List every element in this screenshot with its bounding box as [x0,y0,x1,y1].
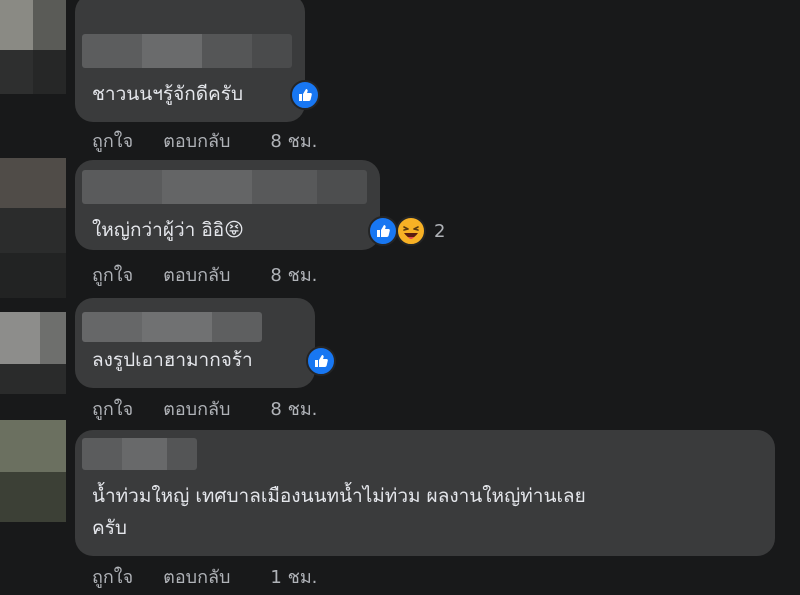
avatar[interactable] [0,312,66,394]
like-action[interactable]: ถูกใจ [92,260,133,289]
comment-actions: ถูกใจ ตอบกลับ 8 ชม. [92,260,317,289]
comment-actions: ถูกใจ ตอบกลับ 8 ชม. [92,126,317,155]
haha-reaction-icon[interactable] [396,216,426,246]
comment-text-line-2: ครับ [92,517,127,539]
reply-action[interactable]: ตอบกลับ [163,126,230,155]
like-action[interactable]: ถูกใจ [92,126,133,155]
timestamp[interactable]: 8 ชม. [270,260,317,289]
reply-action[interactable]: ตอบกลับ [163,562,230,591]
avatar[interactable] [0,158,66,298]
comment-actions: ถูกใจ ตอบกลับ 8 ชม. [92,394,317,423]
avatar[interactable] [0,0,66,94]
like-reaction-icon[interactable] [368,216,398,246]
commenter-name-blurred[interactable] [82,34,292,68]
like-reaction-icon[interactable] [306,346,336,376]
like-action[interactable]: ถูกใจ [92,562,133,591]
commenter-name-blurred[interactable] [82,438,197,470]
timestamp[interactable]: 8 ชม. [270,126,317,155]
comment-text: ลงรูปเอาฮามากจร้า [92,349,253,371]
commenter-name-blurred[interactable] [82,312,262,342]
timestamp[interactable]: 1 ชม. [270,562,317,591]
reaction-count[interactable]: 2 [434,221,445,242]
like-reaction-icon[interactable] [290,80,320,110]
avatar[interactable] [0,420,66,522]
timestamp[interactable]: 8 ชม. [270,394,317,423]
like-action[interactable]: ถูกใจ [92,394,133,423]
comment-text-line-1: น้ำท่วมใหญ่ เทศบาลเมืองนนทน้ำไม่ท่วม ผลง… [92,485,586,507]
comment-text: ชาวนนฯรู้จักดีครับ [92,83,244,105]
comment-text: ใหญ่กว่าผู้ว่า อิอิ😝 [92,219,244,241]
reply-action[interactable]: ตอบกลับ [163,394,230,423]
reply-action[interactable]: ตอบกลับ [163,260,230,289]
comment-actions: ถูกใจ ตอบกลับ 1 ชม. [92,562,317,591]
commenter-name-blurred[interactable] [82,170,367,204]
